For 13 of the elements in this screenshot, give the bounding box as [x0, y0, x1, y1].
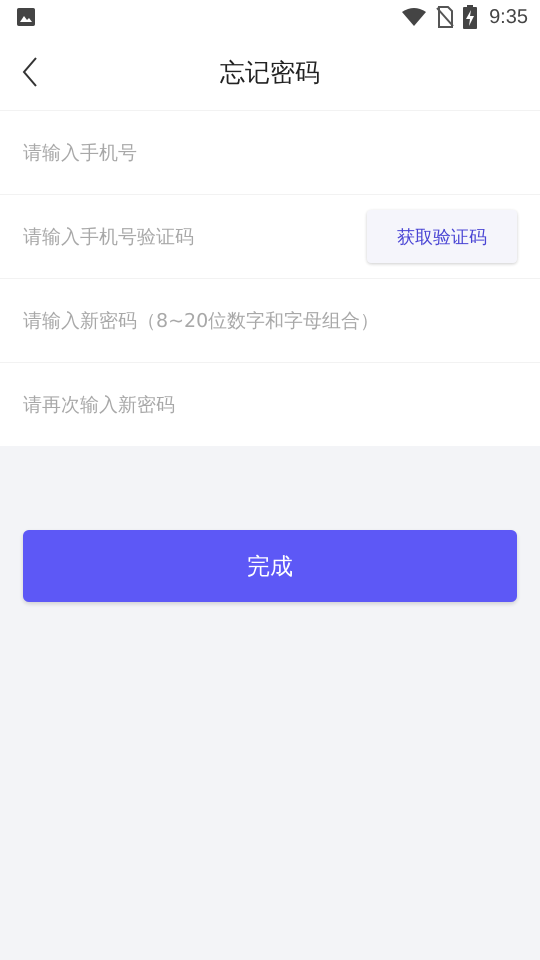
wifi-icon [401, 7, 428, 27]
battery-charging-icon [463, 5, 478, 29]
input-field[interactable]: 请输入新密码（8~20位数字和字母组合） [23, 300, 517, 340]
status-time: 9:35 [489, 6, 528, 28]
back-icon[interactable] [22, 57, 38, 87]
page-title: 忘记密码 [220, 56, 320, 88]
submit-button[interactable]: 完成 [23, 530, 517, 602]
image-icon [16, 7, 36, 27]
get-code-button[interactable]: 获取验证码 [367, 210, 517, 263]
input-field[interactable]: 请再次输入新密码 [23, 384, 517, 424]
input-field[interactable]: 请输入手机号验证码 [23, 216, 367, 256]
input-field[interactable]: 请输入手机号 [23, 132, 517, 172]
no-sim-icon [435, 6, 456, 28]
